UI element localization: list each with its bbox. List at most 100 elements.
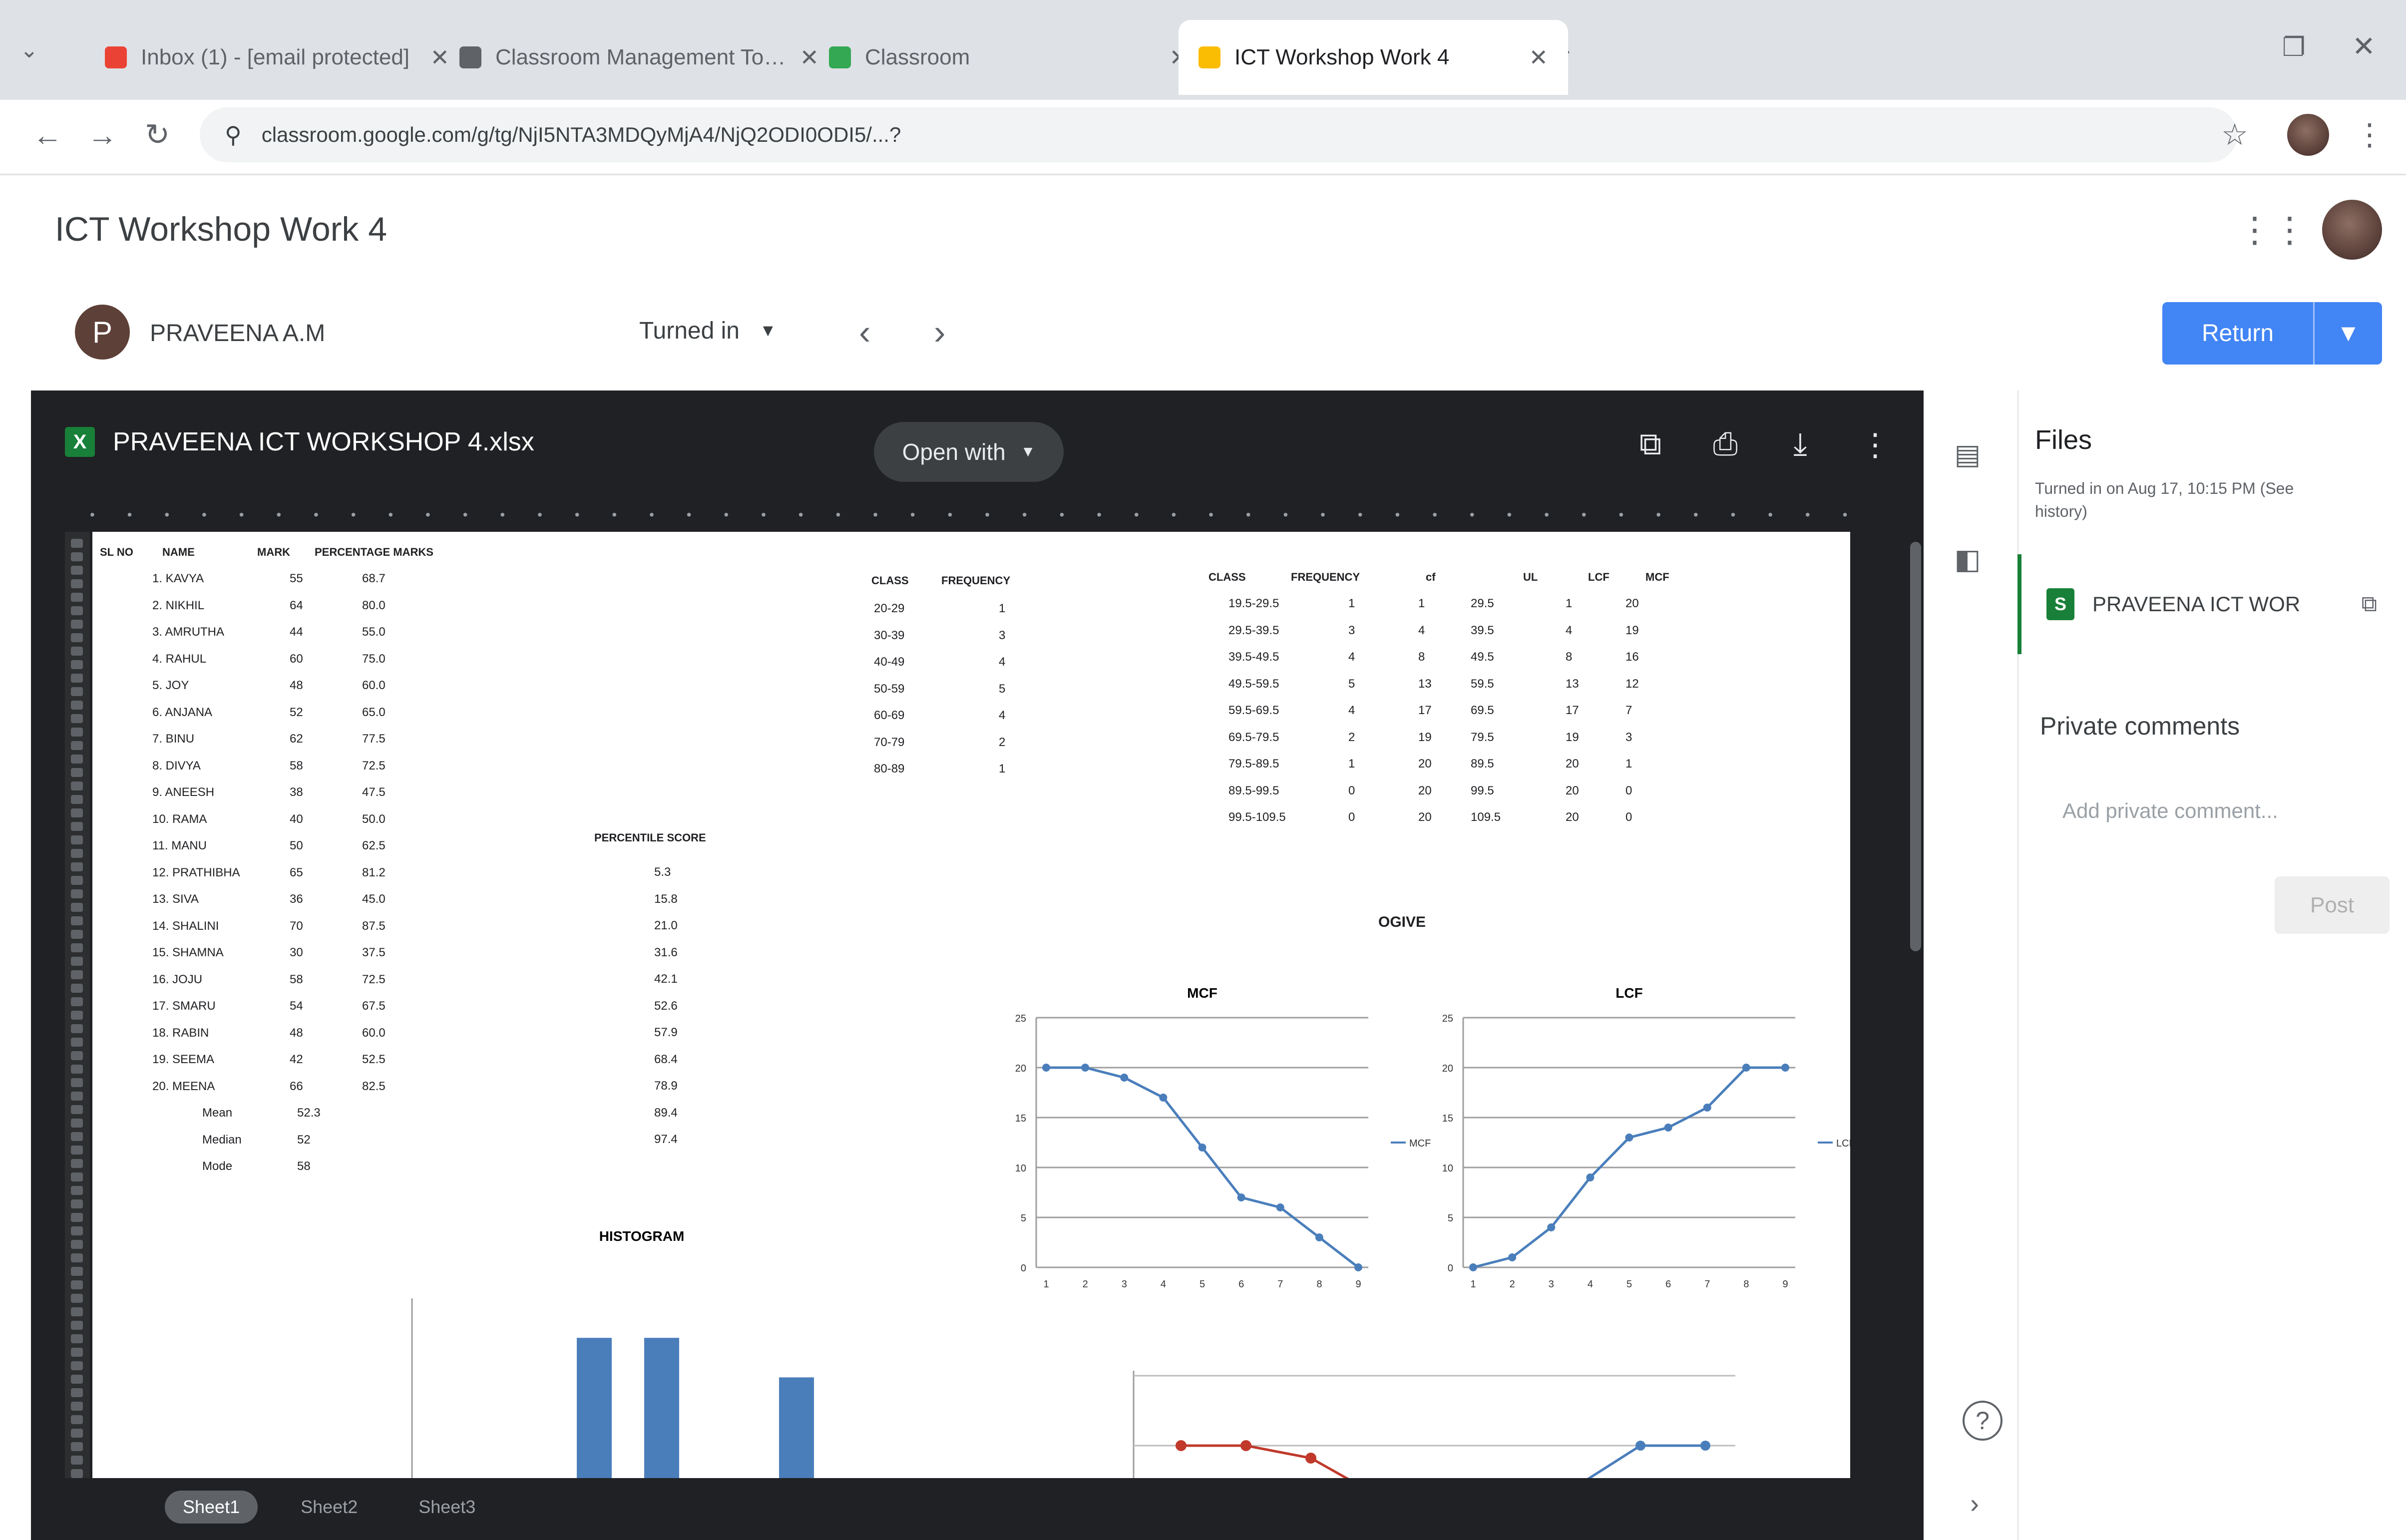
row-marker	[71, 1132, 83, 1141]
sheet-cell: 62	[290, 732, 303, 746]
row-marker	[71, 714, 83, 723]
open-with-button[interactable]: Open with ▼	[874, 422, 1064, 482]
sheet-cell: 15.8	[654, 892, 678, 906]
browser-tab[interactable]: Classroom✕	[809, 20, 1208, 95]
sheet-cell: 12	[1625, 677, 1639, 691]
google-apps-icon[interactable]: ⋮⋮	[2237, 210, 2307, 250]
sheet-cell: 19	[1566, 730, 1579, 744]
post-button[interactable]: Post	[2275, 876, 2390, 934]
sheet-cell: 1	[1348, 597, 1355, 610]
row-marker	[71, 768, 83, 777]
print-icon[interactable]: ⎙	[1705, 424, 1745, 464]
attached-file-card[interactable]: S PRAVEENA ICT WOR ⧉	[2017, 554, 2397, 654]
sheet-cell: 80-89	[874, 762, 905, 775]
sheet-cell: FREQUENCY	[1291, 571, 1360, 583]
x-tick-label: 8	[1743, 1279, 1749, 1290]
rubric-rail-icon[interactable]: ◧	[1948, 539, 1988, 579]
next-student-icon[interactable]: ›	[934, 312, 945, 352]
sheet-cell: 52.6	[654, 999, 678, 1013]
status-dropdown[interactable]: Turned in ▼	[639, 317, 777, 345]
sheet-cell: 3	[999, 628, 1006, 642]
reload-icon[interactable]: ↻	[135, 112, 180, 157]
omnibox[interactable]: ⚲ classroom.google.com/g/tg/NjI5NTA3MDQy…	[200, 107, 2237, 162]
row-marker	[71, 1159, 83, 1168]
data-point	[1081, 1064, 1090, 1072]
sheet-cell: 20	[1566, 783, 1579, 797]
ruler-tick: •	[202, 507, 207, 522]
data-point	[1703, 1104, 1711, 1112]
sheet-tab[interactable]: Sheet1	[165, 1491, 258, 1524]
sheet-cell: 10. RAMA	[152, 812, 207, 826]
site-info-icon[interactable]: ⚲	[225, 121, 242, 148]
row-marker	[71, 822, 83, 831]
x-tick-label: 1	[1470, 1279, 1476, 1290]
ruler-tick: •	[835, 507, 841, 522]
sheet-cell: 1	[1348, 757, 1355, 770]
return-dropdown-icon[interactable]: ▼	[2315, 302, 2382, 365]
forward-icon[interactable]: →	[80, 112, 125, 157]
return-button[interactable]: Return ▼	[2162, 302, 2382, 365]
private-comment-input[interactable]: Add private comment...	[2062, 799, 2278, 823]
row-marker	[71, 1011, 83, 1020]
sheet-cell: 66	[290, 1079, 303, 1093]
sheet-cell: 60.0	[362, 679, 386, 692]
help-icon[interactable]: ?	[1963, 1401, 2003, 1441]
row-marker	[71, 781, 83, 790]
y-tick-label: 0	[1448, 1263, 1453, 1274]
browser-tab[interactable]: Classroom Management Tools ✕	[439, 20, 839, 95]
sheet-cell: MCF	[1645, 571, 1669, 583]
profile-avatar[interactable]	[2287, 114, 2329, 156]
sheet-tab[interactable]: Sheet3	[401, 1491, 493, 1524]
sheet-cell: 77.5	[362, 732, 386, 746]
sheet-cell: 39.5	[1471, 623, 1494, 637]
bookmark-star-icon[interactable]: ☆	[2212, 112, 2257, 157]
x-tick-label: 5	[1626, 1279, 1632, 1290]
sheet-cell: 64	[290, 598, 303, 612]
account-avatar[interactable]	[2322, 200, 2382, 260]
back-icon[interactable]: ←	[25, 112, 70, 157]
previous-student-icon[interactable]: ‹	[859, 312, 870, 352]
x-tick-label: 9	[1782, 1279, 1788, 1290]
viewer-scrollbar[interactable]	[1910, 542, 1921, 951]
student-name[interactable]: PRAVEENA A.M	[150, 320, 325, 347]
sheet-cell: 81.2	[362, 865, 386, 879]
ruler-tick: •	[425, 507, 430, 522]
y-tick-label: 20	[1015, 1063, 1026, 1074]
browser-tab[interactable]: ICT Workshop Work 4 ✕	[1179, 20, 1568, 95]
close-window-icon[interactable]: ✕	[2352, 30, 2376, 63]
row-marker	[71, 1361, 83, 1370]
open-with-label: Open with	[902, 439, 1006, 465]
sheet-cell: 2. NIKHIL	[152, 598, 205, 612]
return-label[interactable]: Return	[2162, 302, 2315, 365]
sheet-cell: 49.5	[1471, 650, 1494, 664]
chart-title: HISTOGRAM	[599, 1228, 685, 1244]
row-marker	[71, 930, 83, 939]
files-rail-icon[interactable]: ▤	[1948, 434, 1988, 474]
open-external-icon[interactable]: ⧉	[2362, 592, 2377, 617]
tab-title: Classroom Management Tools	[495, 45, 786, 69]
row-marker	[71, 1348, 83, 1357]
viewer-more-icon[interactable]: ⋮	[1855, 424, 1895, 464]
ruler-tick: •	[1097, 507, 1102, 522]
row-marker	[71, 728, 83, 737]
restore-window-icon[interactable]: ❐	[2282, 32, 2306, 62]
download-icon[interactable]: ⤓	[1780, 424, 1820, 464]
ruler-tick: •	[612, 507, 617, 522]
browser-menu-icon[interactable]: ⋮	[2347, 112, 2392, 157]
tab-search-icon[interactable]: ⌄	[20, 37, 38, 63]
collapse-panel-icon[interactable]: ›	[1970, 1488, 1979, 1519]
data-point	[1547, 1223, 1556, 1231]
sheet-cell: 70	[290, 919, 303, 933]
sheet-cell: 19. SEEMA	[152, 1053, 215, 1066]
tab-close-icon[interactable]: ✕	[1529, 44, 1548, 71]
sheet-cell: 12. PRATHIBHA	[152, 865, 240, 879]
sheet-cell: 5.3	[654, 865, 671, 879]
open-new-window-icon[interactable]: ⧉	[1630, 424, 1670, 464]
browser-tab[interactable]: Inbox (1) - [email protected] ✕	[85, 20, 469, 95]
sheet-tab[interactable]: Sheet2	[283, 1491, 376, 1524]
row-marker	[71, 1092, 83, 1101]
sheet-cell: 8	[1418, 650, 1425, 664]
sheet-cell: PERCENTILE SCORE	[594, 831, 706, 844]
row-marker	[71, 593, 83, 602]
line-chart: LCF 0 5 10 15 20 25 1 2 3 4 5 6 7 8 9 LCF	[1442, 985, 1850, 1290]
